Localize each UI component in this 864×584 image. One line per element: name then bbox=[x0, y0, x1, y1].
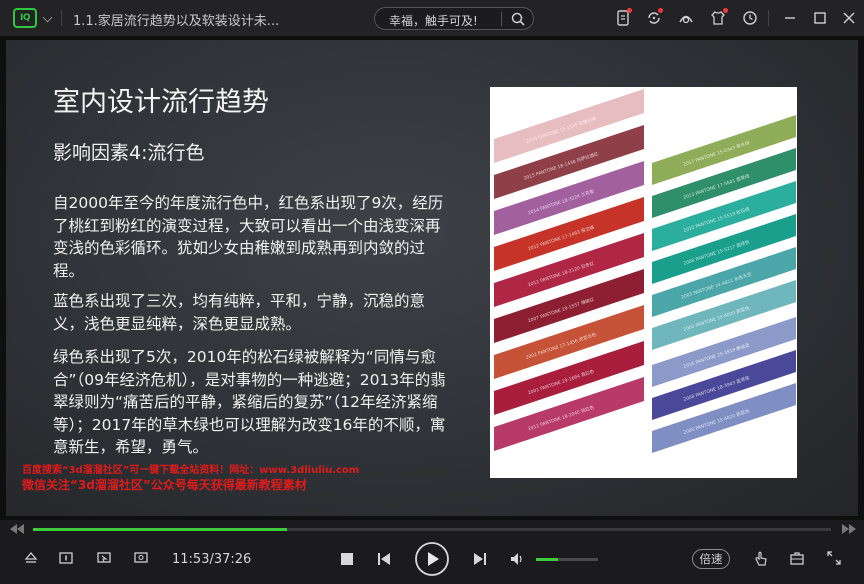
skin-icon[interactable] bbox=[677, 9, 695, 27]
progress-fill bbox=[33, 528, 287, 531]
playlist-icon[interactable] bbox=[58, 550, 74, 566]
watermark-line-1: 百度搜索“3d溜溜社区”可一键下载全站资料！网址：www.3dliuliu.co… bbox=[22, 465, 360, 476]
search-icon[interactable] bbox=[510, 11, 526, 27]
playback-time: 11:53/37:26 bbox=[172, 552, 252, 567]
app-logo-icon[interactable]: IQ bbox=[13, 8, 37, 28]
volume-icon[interactable] bbox=[509, 551, 525, 567]
screen-record-icon[interactable] bbox=[96, 550, 112, 566]
seek-forward-icon[interactable] bbox=[842, 524, 849, 534]
eject-icon[interactable] bbox=[23, 550, 39, 566]
screenshot-icon[interactable] bbox=[133, 550, 149, 566]
slide-paragraph-green: 绿色系出现了5次，2010年的松石绿被解释为“同情与愈合”（09年经济危机），是… bbox=[53, 348, 446, 456]
toolbox-icon[interactable] bbox=[789, 550, 805, 566]
video-canvas[interactable]: 室内设计流行趋势 影响因素4:流行色 自2000年至今的年度流行色中，红色系出现… bbox=[0, 36, 864, 520]
seek-back-icon[interactable] bbox=[17, 524, 24, 534]
player-controls: 11:53/37:26 倍速 bbox=[0, 520, 864, 584]
play-button[interactable] bbox=[414, 541, 450, 577]
progress-bar[interactable] bbox=[33, 528, 831, 531]
presentation-slide: 室内设计流行趋势 影响因素4:流行色 自2000年至今的年度流行色中，红色系出现… bbox=[6, 40, 858, 516]
search-input[interactable]: 幸福，触手可及! bbox=[389, 12, 478, 29]
fullscreen-icon[interactable] bbox=[826, 550, 842, 566]
watermark-line-2: 微信关注“3d溜溜社区”公众号每天获得最新教程素材 bbox=[22, 478, 307, 492]
seek-forward-icon[interactable] bbox=[849, 524, 856, 534]
playback-speed-button[interactable]: 倍速 bbox=[692, 549, 730, 569]
seek-back-icon[interactable] bbox=[10, 524, 17, 534]
slide-paragraph-blue: 蓝色系出现了三次，均有纯粹，平和，宁静，沉稳的意义，浅色更显纯粹，深色更显成熟。 bbox=[53, 292, 426, 333]
menu-dropdown-icon[interactable] bbox=[42, 12, 53, 23]
title-bar: IQ 1.1.家居流行趋势以及软装设计未... 幸福，触手可及! bbox=[0, 0, 864, 36]
minimize-icon[interactable] bbox=[781, 9, 799, 27]
search-box[interactable]: 幸福，触手可及! bbox=[374, 7, 534, 30]
slide-subtitle: 影响因素4:流行色 bbox=[53, 142, 205, 164]
volume-fill bbox=[536, 558, 558, 561]
notification-dot bbox=[627, 8, 632, 13]
maximize-icon[interactable] bbox=[811, 9, 829, 27]
title-separator bbox=[61, 10, 62, 26]
volume-slider[interactable] bbox=[536, 558, 598, 561]
slide-title: 室内设计流行趋势 bbox=[53, 87, 269, 118]
close-icon[interactable] bbox=[840, 9, 858, 27]
history-clock-icon[interactable] bbox=[741, 9, 759, 27]
stop-icon[interactable] bbox=[340, 552, 354, 566]
notification-dot bbox=[723, 8, 728, 13]
notification-dot bbox=[658, 8, 663, 13]
search-divider bbox=[501, 12, 502, 26]
next-icon[interactable] bbox=[472, 551, 488, 567]
slide-paragraph-red: 自2000年至今的年度流行色中，红色系出现了9次，经历了桃红到粉红的演变过程，大… bbox=[53, 194, 444, 280]
pantone-swatch-card: 2016 PANTONE 13-1520 玫瑰石英 2015 PANTONE 18… bbox=[490, 87, 797, 478]
video-title[interactable]: 1.1.家居流行趋势以及软装设计未... bbox=[73, 10, 279, 29]
pantone-swatch-graphic: 2016 PANTONE 13-1520 玫瑰石英2015 PANTONE 18… bbox=[494, 89, 796, 453]
gesture-hand-icon[interactable] bbox=[753, 550, 769, 568]
previous-icon[interactable] bbox=[376, 551, 392, 567]
window-controls-separator bbox=[768, 10, 769, 26]
